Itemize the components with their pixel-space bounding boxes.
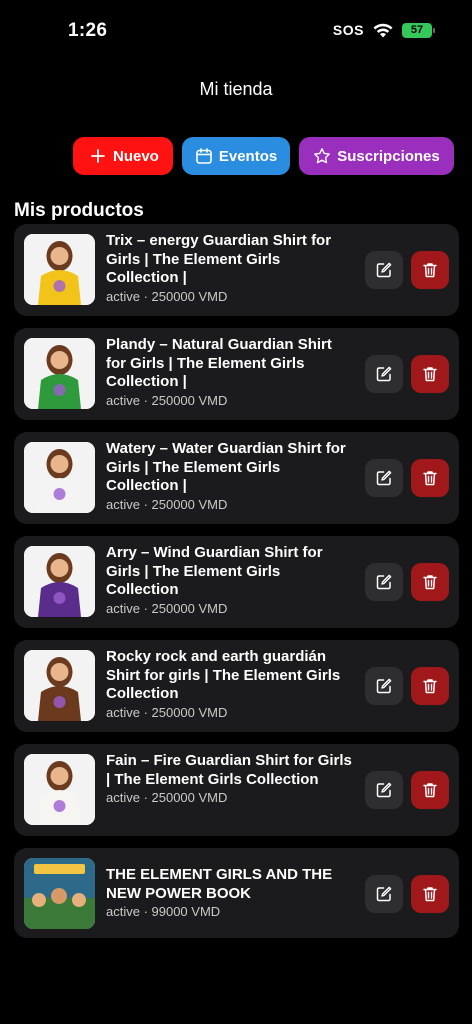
product-illustration (24, 754, 95, 825)
edit-icon (376, 470, 392, 486)
product-image (24, 650, 95, 721)
product-meta: active · 250000 VMD (106, 704, 228, 720)
trash-icon (423, 471, 437, 486)
trash-icon (423, 783, 437, 798)
product-image (24, 754, 95, 825)
product-title: Watery – Water Guardian Shirt for Girls … (106, 440, 346, 494)
product-list: Trix – energy Guardian Shirt for Girls |… (14, 224, 459, 950)
product-card[interactable]: THE ELEMENT GIRLS AND THE NEW POWER BOOK… (14, 848, 459, 938)
product-title: Arry – Wind Guardian Shirt for Girls | T… (106, 544, 323, 598)
product-image (24, 858, 95, 929)
delete-button[interactable] (411, 667, 449, 705)
subscriptions-button[interactable]: Suscripciones (299, 137, 454, 175)
delete-button[interactable] (411, 771, 449, 809)
product-image (24, 338, 95, 409)
trash-icon (423, 575, 437, 590)
delete-button[interactable] (411, 355, 449, 393)
product-image (24, 442, 95, 513)
product-image (24, 546, 95, 617)
delete-button[interactable] (411, 563, 449, 601)
new-button[interactable]: Nuevo (73, 137, 173, 175)
product-title: Trix – energy Guardian Shirt for Girls |… (106, 232, 332, 286)
delete-button[interactable] (411, 251, 449, 289)
product-illustration (24, 650, 95, 721)
product-card[interactable]: Watery – Water Guardian Shirt for Girls … (14, 432, 459, 524)
status-indicators: SOS 57 (332, 22, 435, 38)
product-meta: active · 250000 VMD (106, 790, 228, 805)
product-title: Plandy – Natural Guardian Shirt for Girl… (106, 336, 332, 390)
edit-button[interactable] (365, 771, 403, 809)
edit-icon (376, 366, 392, 382)
sos-indicator: SOS (332, 22, 364, 38)
edit-icon (376, 574, 392, 590)
product-illustration (24, 234, 95, 305)
edit-button[interactable] (365, 875, 403, 913)
plus-icon (91, 149, 105, 163)
product-title: Fain – Fire Guardian Shirt for Girls | T… (106, 752, 352, 788)
edit-button[interactable] (365, 563, 403, 601)
edit-button[interactable] (365, 355, 403, 393)
action-row: Nuevo Eventos Suscripciones (73, 137, 454, 175)
battery-level: 57 (410, 24, 424, 36)
product-card[interactable]: Trix – energy Guardian Shirt for Girls |… (14, 224, 459, 316)
product-illustration (24, 546, 95, 617)
trash-icon (423, 263, 437, 278)
product-card[interactable]: Rocky rock and earth guardián Shirt for … (14, 640, 459, 732)
product-card[interactable]: Plandy – Natural Guardian Shirt for Girl… (14, 328, 459, 420)
trash-icon (423, 367, 437, 382)
product-title: Rocky rock and earth guardián Shirt for … (106, 648, 341, 702)
status-bar: 1:26 SOS 57 (0, 0, 472, 60)
edit-icon (376, 782, 392, 798)
subscriptions-button-label: Suscripciones (337, 147, 440, 165)
events-button[interactable]: Eventos (181, 137, 291, 175)
product-card[interactable]: Fain – Fire Guardian Shirt for Girls | T… (14, 744, 459, 836)
edit-button[interactable] (365, 667, 403, 705)
delete-button[interactable] (411, 459, 449, 497)
new-button-label: Nuevo (113, 147, 159, 165)
calendar-icon (196, 148, 212, 164)
battery-icon: 57 (402, 22, 435, 38)
section-title: Mis productos (14, 200, 144, 221)
edit-icon (376, 262, 392, 278)
page-title: Mi tienda (199, 79, 273, 99)
product-illustration (24, 442, 95, 513)
edit-button[interactable] (365, 251, 403, 289)
product-meta: active · 250000 VMD (106, 600, 228, 616)
product-meta: active · 250000 VMD (106, 288, 228, 304)
product-card[interactable]: Arry – Wind Guardian Shirt for Girls | T… (14, 536, 459, 628)
product-meta: active · 250000 VMD (106, 496, 228, 512)
wifi-icon (373, 23, 393, 38)
trash-icon (423, 887, 437, 902)
edit-button[interactable] (365, 459, 403, 497)
product-illustration (24, 858, 95, 929)
trash-icon (423, 679, 437, 694)
star-icon (314, 148, 331, 164)
product-meta: active · 250000 VMD (106, 392, 228, 408)
edit-icon (376, 678, 392, 694)
edit-icon (376, 886, 392, 902)
status-time: 1:26 (68, 20, 108, 41)
product-illustration (24, 338, 95, 409)
product-meta: active · 99000 VMD (106, 904, 221, 919)
product-title: THE ELEMENT GIRLS AND THE NEW POWER BOOK (106, 866, 333, 902)
product-image (24, 234, 95, 305)
events-button-label: Eventos (218, 147, 278, 165)
delete-button[interactable] (411, 875, 449, 913)
